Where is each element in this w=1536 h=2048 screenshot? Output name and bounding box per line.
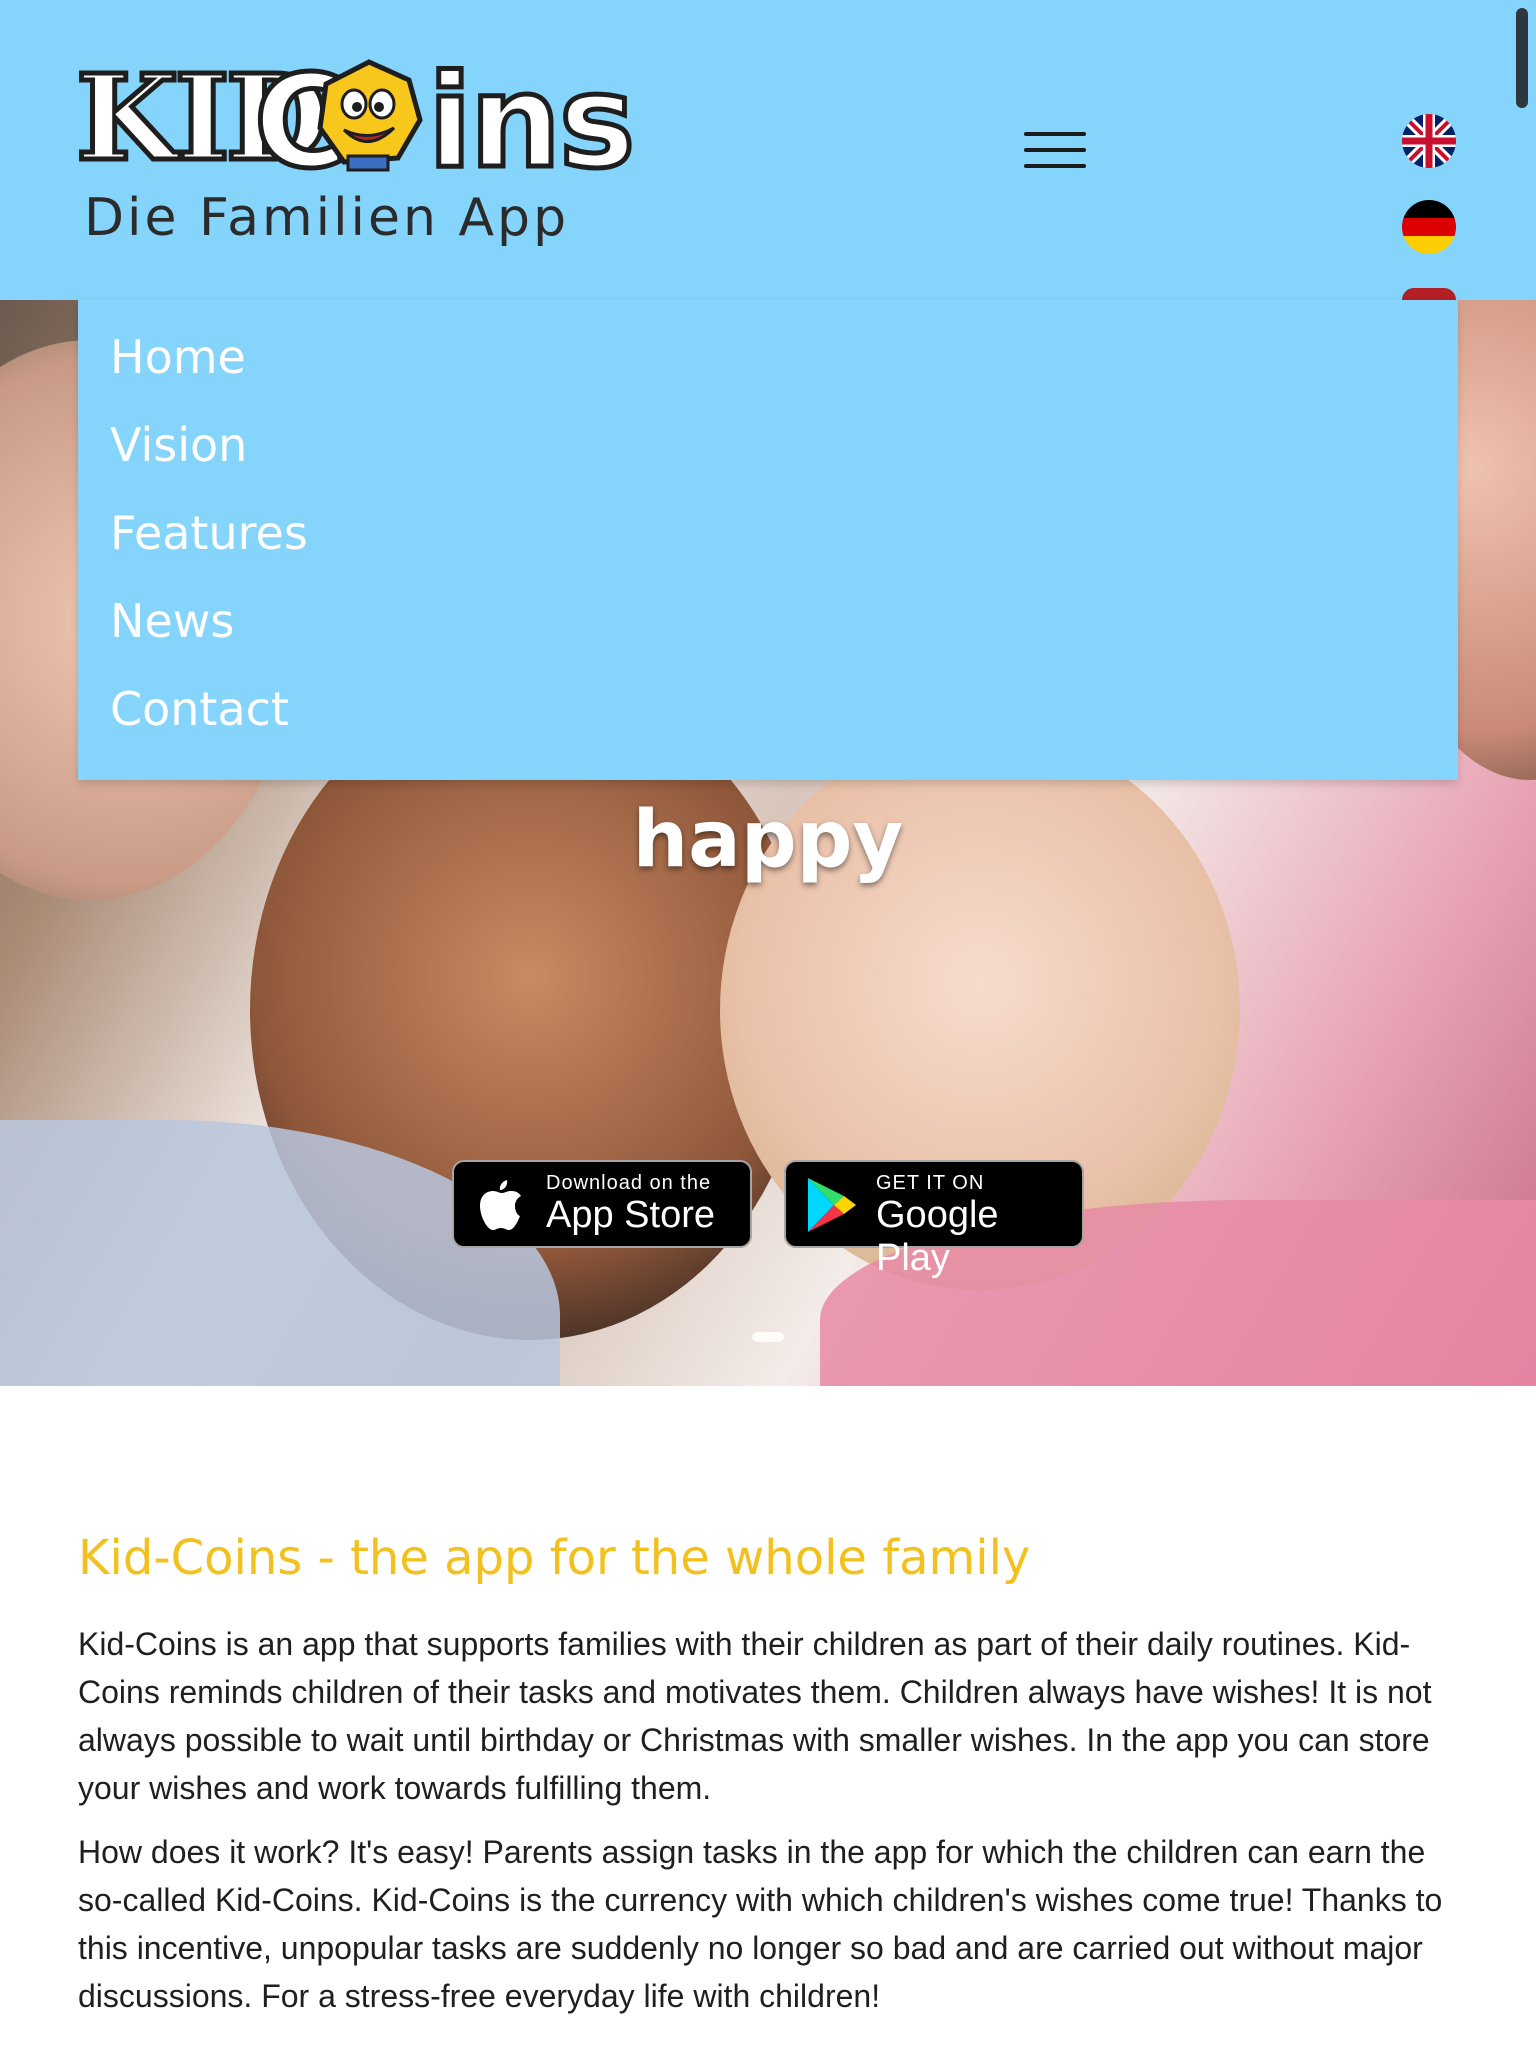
language-flag-icon[interactable] (1402, 288, 1456, 300)
hamburger-line (1024, 148, 1086, 152)
how-it-works-paragraph: How does it work? It's easy! Parents ass… (78, 1834, 1443, 2014)
logo-tagline: Die Familien App (84, 188, 570, 248)
app-store-button[interactable]: Download on the App Store (452, 1160, 752, 1248)
hamburger-line (1024, 132, 1086, 136)
coin-mascot-icon (317, 59, 423, 172)
section-title: Kid-Coins - the app for the whole family (78, 1530, 1031, 1586)
hero-word: happy (632, 795, 904, 885)
hamburger-icon[interactable] (1024, 132, 1086, 168)
google-play-icon (808, 1178, 856, 1232)
nav-item-contact[interactable]: Contact (110, 682, 289, 736)
nav-item-vision[interactable]: Vision (110, 418, 247, 472)
app-store-small-text: Download on the (546, 1172, 712, 1194)
scrollbar-thumb[interactable] (1516, 8, 1528, 108)
app-store-big-text: App Store (546, 1194, 715, 1236)
google-play-small-text: GET IT ON (876, 1172, 985, 1194)
apple-icon (480, 1180, 521, 1230)
google-play-button[interactable]: GET IT ON Google Play (784, 1160, 1084, 1279)
google-play-big-text: Google Play (876, 1194, 999, 1279)
hamburger-line (1024, 164, 1086, 168)
german-flag-icon[interactable] (1402, 200, 1456, 254)
kidcoins-logo[interactable]: KID C ins Die Familien App (73, 28, 686, 278)
english-flag-icon[interactable] (1402, 114, 1456, 168)
nav-item-features[interactable]: Features (110, 506, 308, 560)
nav-dropdown-menu: Home Vision Features News Contact (78, 300, 1458, 780)
carousel-indicator[interactable] (752, 1332, 784, 1342)
nav-item-news[interactable]: News (110, 594, 234, 648)
logo-ins-text: ins (425, 46, 637, 200)
nav-item-home[interactable]: Home (110, 330, 246, 384)
intro-paragraph: Kid-Coins is an app that supports famili… (78, 1626, 1432, 1806)
site-header: KID C ins Die Familien App (0, 0, 1536, 300)
